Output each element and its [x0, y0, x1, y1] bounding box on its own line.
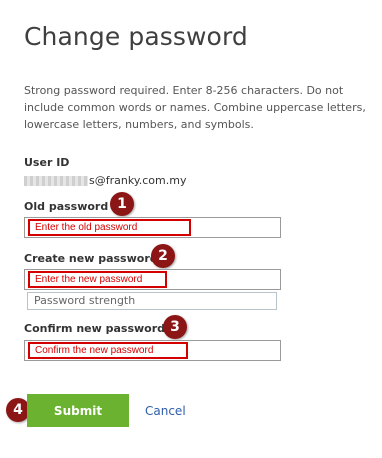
- step-badge-1: 1: [110, 192, 134, 216]
- confirm-password-annotation: Confirm the new password: [28, 342, 188, 359]
- old-password-annotation: Enter the old password: [28, 219, 191, 236]
- cancel-link[interactable]: Cancel: [145, 404, 186, 418]
- new-password-annotation: Enter the new password: [28, 271, 167, 288]
- page-title: Change password: [24, 22, 248, 51]
- masked-username: [24, 175, 88, 186]
- confirm-password-field[interactable]: Confirm the new password: [24, 340, 281, 361]
- user-id-domain: s@franky.com.my: [89, 174, 187, 187]
- old-password-field[interactable]: Enter the old password: [24, 217, 281, 238]
- new-password-label: Create new password: [24, 252, 158, 265]
- step-badge-2: 2: [151, 244, 175, 268]
- password-strength-meter: Password strength: [27, 292, 277, 310]
- user-id-label: User ID: [24, 156, 70, 169]
- new-password-field[interactable]: Enter the new password: [24, 269, 281, 290]
- step-badge-3: 3: [163, 315, 187, 339]
- submit-button[interactable]: Submit: [27, 394, 129, 427]
- password-requirements: Strong password required. Enter 8-256 ch…: [24, 84, 366, 131]
- confirm-password-label: Confirm new password: [24, 322, 166, 335]
- user-id-value: s@franky.com.my: [24, 174, 186, 187]
- old-password-label: Old password: [24, 200, 109, 213]
